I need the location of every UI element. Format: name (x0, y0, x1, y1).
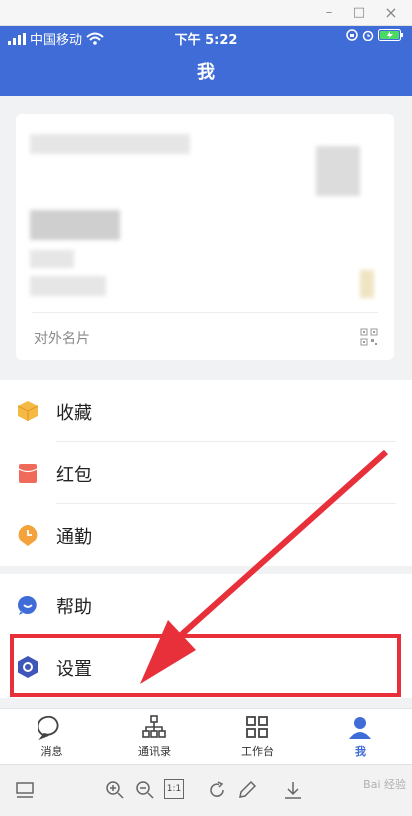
maximize-button[interactable]: □ (350, 4, 368, 22)
close-button[interactable]: × (382, 4, 400, 22)
tab-label: 我 (355, 745, 366, 758)
zoom-out-icon[interactable] (134, 779, 156, 801)
download-icon[interactable] (282, 779, 304, 801)
blurred-badge (360, 270, 374, 298)
zoom-in-icon[interactable] (104, 779, 126, 801)
alarm-icon (362, 30, 374, 41)
menu-label: 红包 (56, 465, 92, 486)
viewer-toolbar: 1:1 (0, 764, 412, 816)
menu-item-help[interactable]: 帮助 (0, 574, 412, 636)
tab-messages[interactable]: 消息 (0, 709, 103, 765)
lock-rotation-icon (346, 29, 358, 41)
profile-card[interactable]: 对外名片 (16, 114, 394, 360)
tab-contacts[interactable]: 通讯录 (103, 709, 206, 765)
menu-label: 收藏 (56, 403, 92, 424)
actual-size-button[interactable]: 1:1 (164, 779, 184, 799)
status-bar: 中国移动 下午 5:22 (0, 26, 412, 50)
business-card-label: 对外名片 (34, 331, 90, 347)
blurred-dept (30, 250, 74, 268)
tab-me[interactable]: 我 (309, 709, 412, 765)
window-chrome: – □ × (0, 0, 412, 26)
message-icon (38, 715, 59, 740)
menu-group-primary: 收藏 红包 通勤 (0, 380, 412, 566)
minimize-button[interactable]: – (320, 4, 338, 22)
favorites-icon (17, 401, 39, 421)
help-icon (18, 595, 37, 615)
edit-icon[interactable] (236, 779, 258, 801)
blurred-name (30, 134, 190, 154)
menu-item-favorites[interactable]: 收藏 (0, 380, 412, 442)
tab-label: 消息 (40, 745, 63, 758)
commute-icon (18, 525, 38, 546)
blurred-avatar (316, 146, 360, 196)
me-icon (349, 717, 371, 739)
menu-label: 通勤 (56, 527, 92, 548)
menu-label: 帮助 (56, 597, 92, 618)
battery-icon (378, 29, 403, 41)
menu-item-red-envelope[interactable]: 红包 (0, 442, 412, 504)
card-divider (32, 312, 378, 313)
page-title: 我 (0, 50, 412, 96)
tab-label: 工作台 (241, 745, 274, 758)
menu-item-commute[interactable]: 通勤 (0, 504, 412, 566)
qr-code-icon[interactable] (360, 328, 378, 346)
contacts-icon (142, 715, 166, 738)
thumbnail-icon[interactable] (14, 779, 36, 801)
rotate-icon[interactable] (206, 779, 228, 801)
tab-workbench[interactable]: 工作台 (206, 709, 309, 765)
blurred-org (30, 210, 120, 240)
watermark: Bai 经验 (363, 778, 406, 791)
bottom-tab-bar: 消息 通讯录 工作台 我 (0, 708, 412, 764)
blurred-title (30, 276, 106, 296)
workbench-icon (246, 716, 268, 738)
status-right (346, 29, 404, 41)
tab-label: 通讯录 (138, 745, 171, 758)
red-envelope-icon (18, 464, 38, 483)
highlight-box (10, 634, 401, 697)
